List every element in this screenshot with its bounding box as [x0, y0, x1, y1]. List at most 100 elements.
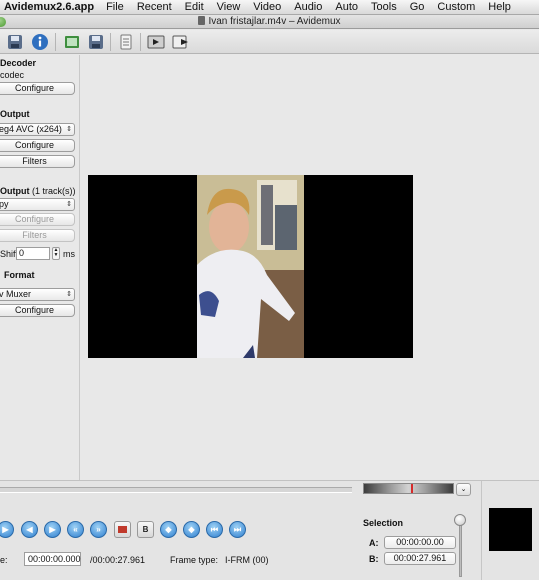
video-decoder-heading: Decoder — [0, 58, 37, 68]
chevron-down-icon: ⌄ — [460, 486, 467, 493]
frame-type-label: Frame type: — [170, 555, 219, 565]
menu-help[interactable]: Help — [488, 1, 511, 13]
play-button[interactable]: ▶ — [0, 521, 14, 538]
menu-video[interactable]: Video — [253, 1, 281, 13]
save-disk-icon[interactable] — [6, 33, 24, 51]
panel-divider — [481, 481, 482, 580]
audio-track-count: (1 track(s)) — [32, 186, 76, 196]
open-video-icon[interactable] — [63, 33, 81, 51]
audio-output-heading: Output (1 track(s)) — [0, 186, 76, 196]
zoom-window-button[interactable] — [0, 17, 6, 27]
goto-marker-b-button[interactable]: ◆ — [183, 521, 200, 538]
arrow-left-icon: ◀ — [26, 525, 33, 534]
format-heading: Format — [4, 270, 35, 280]
volume-scrub-slider[interactable] — [363, 483, 454, 494]
menu-go[interactable]: Go — [410, 1, 425, 13]
toolbar-separator — [140, 33, 141, 51]
fast-forward-icon: ⏭ — [233, 525, 242, 534]
video-output-filters-button[interactable]: Filters — [0, 155, 75, 168]
video-output-preview-icon[interactable] — [172, 33, 190, 51]
previous-keyframe-button[interactable]: « — [67, 521, 84, 538]
menu-bar: Avidemux2.6.app File Recent Edit View Vi… — [0, 0, 539, 15]
menu-file[interactable]: File — [106, 1, 124, 13]
video-decoder-codec: codec — [0, 70, 25, 80]
goto-end-button[interactable]: ⏭ — [229, 521, 246, 538]
audio-preview-box — [489, 508, 532, 551]
menu-audio[interactable]: Audio — [294, 1, 322, 13]
app-menu[interactable]: Avidemux2.6.app — [4, 1, 94, 13]
info-icon[interactable] — [31, 33, 49, 51]
time-status-bar: e: 00:00:00.000 /00:00:27.961 Frame type… — [0, 552, 360, 568]
menu-tools[interactable]: Tools — [371, 1, 397, 13]
audio-output-filters-button[interactable]: Filters — [0, 229, 75, 242]
selection-title: Selection — [363, 518, 404, 528]
video-output-codec-value: eg4 AVC (x264) — [0, 124, 62, 134]
audio-output-heading-label: Output — [0, 186, 30, 196]
goto-start-button[interactable]: ⏮ — [206, 521, 223, 538]
selection-b-button[interactable]: 00:00:27.961 — [384, 552, 456, 565]
video-frame-image — [197, 175, 304, 358]
menu-auto[interactable]: Auto — [335, 1, 358, 13]
audio-output-configure-button[interactable]: Configure — [0, 213, 75, 226]
play-icon: ▶ — [2, 525, 9, 534]
next-frame-button[interactable]: ▶ — [44, 521, 61, 538]
video-output-heading: Output — [0, 109, 30, 119]
selection-a-label: A: — [369, 538, 379, 548]
bottom-controls: ▶ ◀ ▶ « » B ◆ ◆ ⏮ ⏭ e: 00:00:00.000 /00:… — [0, 480, 539, 580]
set-marker-a-button[interactable] — [114, 521, 131, 538]
format-configure-button[interactable]: Configure — [0, 304, 75, 317]
audio-output-codec-value: py — [0, 199, 9, 209]
window-title-bar: Ivan fristajlar.m4v – Avidemux — [0, 15, 539, 29]
left-settings-panel: Decoder codec Configure Output eg4 AVC (… — [0, 55, 80, 480]
video-decoder-configure-button[interactable]: Configure — [0, 82, 75, 95]
window-title: Ivan fristajlar.m4v – Avidemux — [208, 16, 341, 27]
menu-custom[interactable]: Custom — [437, 1, 475, 13]
chevron-updown-icon: ⇕ — [66, 201, 72, 208]
save-video-icon[interactable] — [87, 33, 105, 51]
frame-type-value: I-FRM (00) — [225, 555, 269, 565]
total-time: /00:00:27.961 — [90, 555, 146, 565]
muxer-value: v Muxer — [0, 289, 32, 299]
audio-shift-input[interactable]: 0 — [16, 247, 50, 260]
current-time-input[interactable]: 00:00:00.000 — [24, 552, 81, 566]
audio-output-codec-select[interactable]: py ⇕ — [0, 198, 75, 211]
selection-a-button[interactable]: 00:00:00.00 — [384, 536, 456, 549]
goto-b-icon: ◆ — [188, 525, 195, 534]
previous-frame-button[interactable]: ◀ — [21, 521, 38, 538]
selection-b-label: B: — [369, 554, 379, 564]
video-viewer — [81, 55, 539, 480]
goto-a-icon: ◆ — [165, 525, 172, 534]
menu-view[interactable]: View — [217, 1, 241, 13]
menu-recent[interactable]: Recent — [137, 1, 172, 13]
menu-edit[interactable]: Edit — [185, 1, 204, 13]
audio-meter-dropdown[interactable]: ⌄ — [456, 483, 471, 496]
timeline-slider[interactable] — [0, 487, 352, 493]
audio-shift-unit: ms — [63, 249, 75, 259]
rewind-icon: ⏮ — [210, 525, 219, 534]
muxer-select[interactable]: v Muxer ⇕ — [0, 288, 75, 301]
toolbar-separator — [110, 33, 111, 51]
toolbar-separator — [55, 33, 56, 51]
video-input-preview-icon[interactable] — [147, 33, 165, 51]
video-canvas[interactable] — [88, 175, 413, 358]
document-icon — [198, 16, 206, 25]
time-label: e: — [0, 555, 8, 565]
set-marker-b-button[interactable]: B — [137, 521, 154, 538]
volume-slider-knob[interactable] — [454, 514, 466, 526]
scrub-marker — [411, 484, 413, 493]
volume-vertical-slider[interactable] — [459, 517, 462, 577]
double-arrow-right-icon: » — [96, 525, 101, 534]
video-output-configure-button[interactable]: Configure — [0, 139, 75, 152]
next-keyframe-button[interactable]: » — [90, 521, 107, 538]
video-output-codec-select[interactable]: eg4 AVC (x264) ⇕ — [0, 123, 75, 136]
goto-marker-a-button[interactable]: ◆ — [160, 521, 177, 538]
arrow-right-icon: ▶ — [49, 525, 56, 534]
audio-shift-row: Shift: 0 ▲ ▼ ms — [0, 247, 80, 261]
properties-icon[interactable] — [117, 33, 135, 51]
marker-b-icon: B — [142, 525, 149, 534]
chevron-updown-icon: ⇕ — [66, 126, 72, 133]
double-arrow-left-icon: « — [73, 525, 78, 534]
audio-shift-stepper[interactable]: ▲ ▼ — [52, 247, 60, 260]
chevron-updown-icon: ⇕ — [66, 291, 72, 298]
toolbar — [0, 30, 539, 54]
